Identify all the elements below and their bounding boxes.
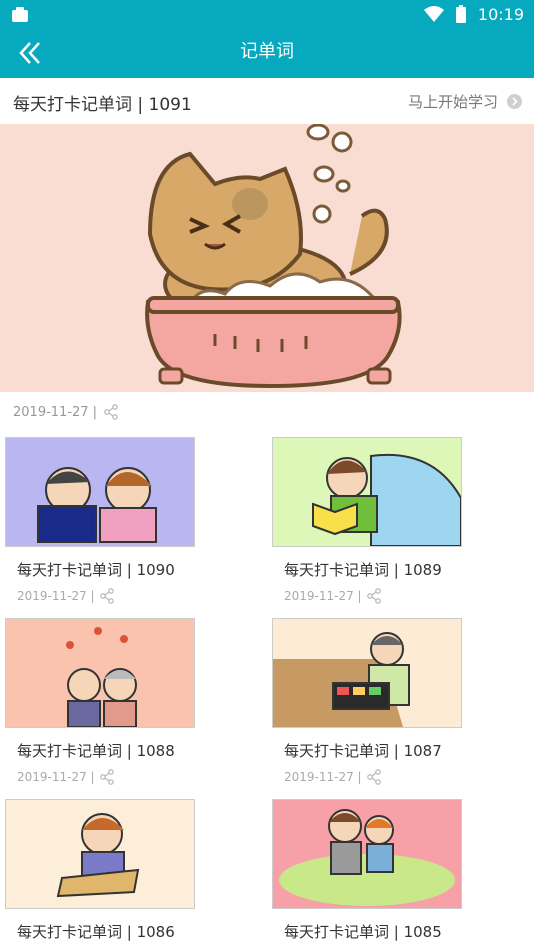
card-date: 2019-11-27 | bbox=[17, 770, 95, 784]
card-title: 每天打卡记单词 | 1087 bbox=[284, 742, 442, 760]
card-date: 2019-11-27 | bbox=[284, 589, 362, 603]
card-title: 每天打卡记单词 | 1088 bbox=[17, 742, 175, 760]
status-time: 10:19 bbox=[477, 4, 524, 24]
share-icon[interactable] bbox=[366, 588, 382, 604]
list-item[interactable]: 每天打卡记单词 | 1090 2019-11-27 | bbox=[5, 437, 195, 604]
status-bar: 10:19 bbox=[0, 0, 534, 28]
card-thumbnail[interactable] bbox=[272, 618, 462, 728]
list-item[interactable]: 每天打卡记单词 | 1085 bbox=[272, 799, 462, 942]
chevron-right-icon bbox=[507, 94, 522, 109]
featured-header: 每天打卡记单词 | 1091 马上开始学习 bbox=[0, 78, 534, 124]
card-meta: 2019-11-27 | bbox=[284, 769, 462, 785]
featured-date: 2019-11-27 | bbox=[13, 404, 98, 420]
start-learning-button[interactable]: 马上开始学习 bbox=[408, 91, 522, 112]
list-item[interactable]: 每天打卡记单词 | 1088 2019-11-27 | bbox=[5, 618, 195, 785]
card-thumbnail[interactable] bbox=[272, 437, 462, 547]
elderly-couple-illustration bbox=[6, 619, 194, 727]
card-meta: 2019-11-27 | bbox=[17, 769, 195, 785]
couple-kimono-illustration bbox=[6, 438, 194, 546]
featured-title[interactable]: 每天打卡记单词 | 1091 bbox=[13, 90, 192, 115]
card-date: 2019-11-27 | bbox=[284, 770, 362, 784]
card-title: 每天打卡记单词 | 1085 bbox=[284, 923, 442, 941]
card-thumbnail[interactable] bbox=[272, 799, 462, 909]
card-date: 2019-11-27 | bbox=[17, 589, 95, 603]
card-title: 每天打卡记单词 | 1086 bbox=[17, 923, 175, 941]
card-thumbnail[interactable] bbox=[5, 799, 195, 909]
card-title: 每天打卡记单词 | 1089 bbox=[284, 561, 442, 579]
boy-studying-illustration bbox=[6, 800, 194, 908]
share-icon[interactable] bbox=[99, 588, 115, 604]
list-item[interactable]: 每天打卡记单词 | 1089 2019-11-27 | bbox=[272, 437, 462, 604]
battery-icon bbox=[455, 5, 466, 23]
featured-meta: 2019-11-27 | bbox=[13, 404, 119, 420]
boy-reading-illustration bbox=[273, 438, 461, 546]
bento-cooking-illustration bbox=[273, 619, 461, 727]
list-item[interactable]: 每天打卡记单词 | 1086 bbox=[5, 799, 195, 942]
cat-in-tub-illustration bbox=[145, 124, 402, 389]
share-icon[interactable] bbox=[366, 769, 382, 785]
card-thumbnail[interactable] bbox=[5, 618, 195, 728]
list-item[interactable]: 每天打卡记单词 | 1087 2019-11-27 | bbox=[272, 618, 462, 785]
page-title: 记单词 bbox=[240, 41, 294, 62]
share-icon[interactable] bbox=[99, 769, 115, 785]
card-thumbnail[interactable] bbox=[5, 437, 195, 547]
featured-illustration[interactable] bbox=[0, 124, 534, 392]
wifi-icon bbox=[423, 6, 444, 22]
card-meta: 2019-11-27 | bbox=[17, 588, 195, 604]
share-icon[interactable] bbox=[103, 404, 119, 420]
notification-icon bbox=[12, 7, 28, 22]
app-bar: 记单词 bbox=[0, 28, 534, 78]
card-title: 每天打卡记单词 | 1090 bbox=[17, 561, 175, 579]
picnic-couple-illustration bbox=[273, 800, 461, 908]
start-learning-label: 马上开始学习 bbox=[407, 93, 498, 111]
card-meta: 2019-11-27 | bbox=[284, 588, 462, 604]
